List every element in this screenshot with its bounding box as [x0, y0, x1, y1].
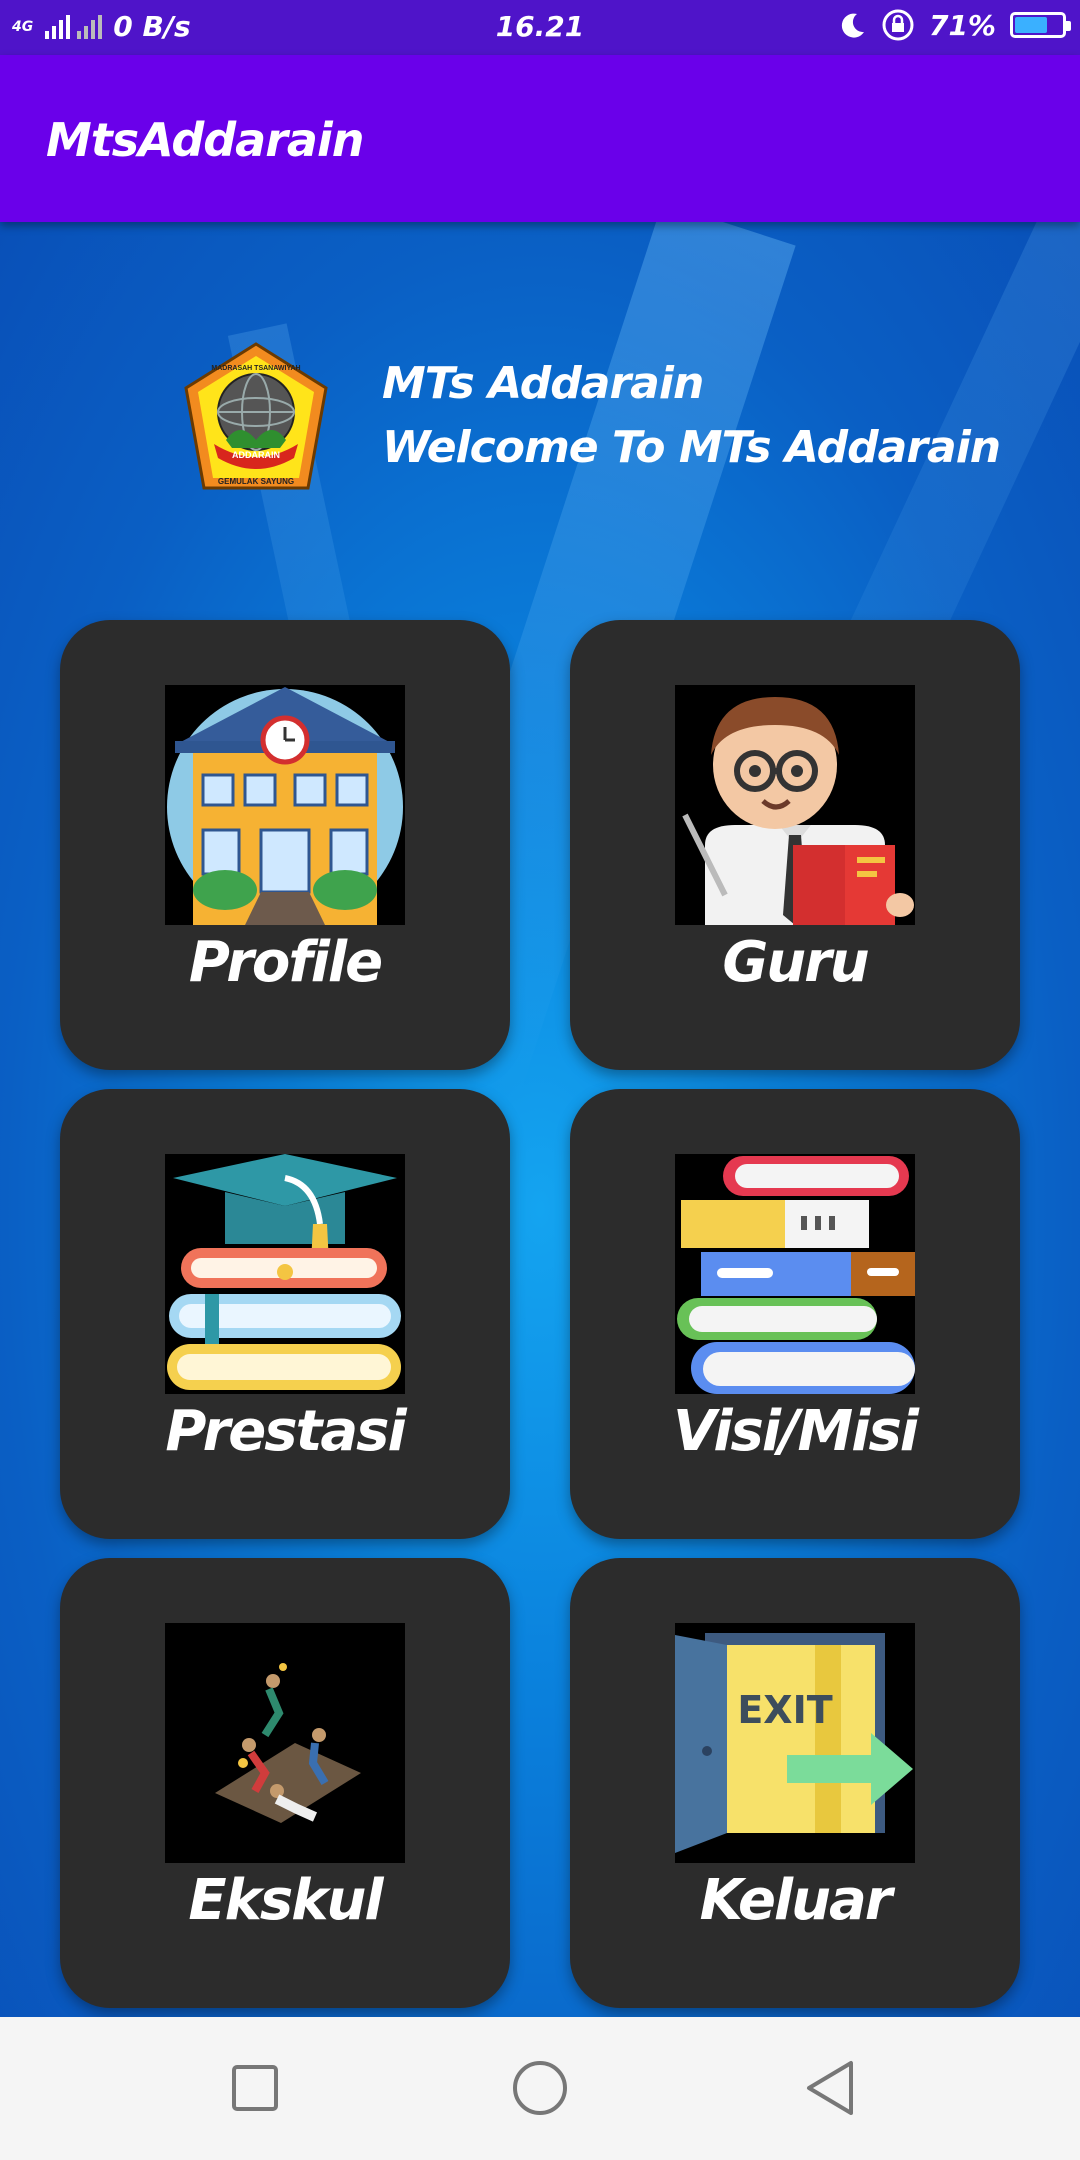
status-bar: 4G 0 B/s 16.21 71%: [0, 0, 1080, 55]
header-subtitle: Welcome To MTs Addarain: [382, 422, 1001, 473]
menu-label-ekskul: Ekskul: [188, 1868, 383, 1933]
book-stack-icon: [675, 1154, 915, 1394]
app-title: MtsAddarain: [46, 113, 364, 167]
main-content: ADDARAIN GEMULAK SAYUNG MADRASAH TSANAWI…: [0, 222, 1080, 2017]
battery-icon: [1010, 12, 1071, 38]
menu-label-guru: Guru: [722, 930, 869, 995]
rotation-lock-icon: [882, 9, 914, 41]
header-title: MTs Addarain: [382, 358, 704, 409]
school-building-icon: [165, 685, 405, 925]
welcome-header: ADDARAIN GEMULAK SAYUNG MADRASAH TSANAWI…: [180, 340, 1001, 492]
sports-icon: [165, 1623, 405, 1863]
app-bar: MtsAddarain: [0, 55, 1080, 222]
graduation-books-icon: [165, 1154, 405, 1394]
menu-card-ekskul[interactable]: Ekskul: [60, 1558, 510, 2008]
recent-apps-icon[interactable]: [220, 2053, 290, 2123]
menu-card-visimisi[interactable]: Visi/Misi: [570, 1089, 1020, 1539]
navigation-bar: [0, 2017, 1080, 2160]
svg-text:GEMULAK SAYUNG: GEMULAK SAYUNG: [218, 477, 294, 486]
menu-card-prestasi[interactable]: Prestasi: [60, 1089, 510, 1539]
menu-label-profile: Profile: [188, 930, 383, 995]
menu-card-profile[interactable]: Profile: [60, 620, 510, 1070]
menu-card-keluar[interactable]: EXIT Keluar: [570, 1558, 1020, 2008]
exit-sign-text: EXIT: [737, 1688, 832, 1732]
svg-text:ADDARAIN: ADDARAIN: [232, 450, 280, 460]
menu-label-keluar: Keluar: [699, 1868, 893, 1933]
menu-label-visimisi: Visi/Misi: [673, 1399, 919, 1464]
moon-icon: [841, 13, 864, 38]
battery-percent: 71%: [928, 8, 996, 42]
svg-text:MADRASAH TSANAWIYAH: MADRASAH TSANAWIYAH: [211, 365, 300, 372]
school-logo: ADDARAIN GEMULAK SAYUNG MADRASAH TSANAWI…: [184, 342, 328, 490]
menu-label-prestasi: Prestasi: [165, 1399, 406, 1464]
menu-card-guru[interactable]: Guru: [570, 620, 1020, 1070]
home-icon[interactable]: [505, 2053, 575, 2123]
teacher-icon: [675, 685, 915, 925]
exit-door-icon: EXIT: [675, 1623, 915, 1863]
back-icon[interactable]: [795, 2053, 865, 2123]
